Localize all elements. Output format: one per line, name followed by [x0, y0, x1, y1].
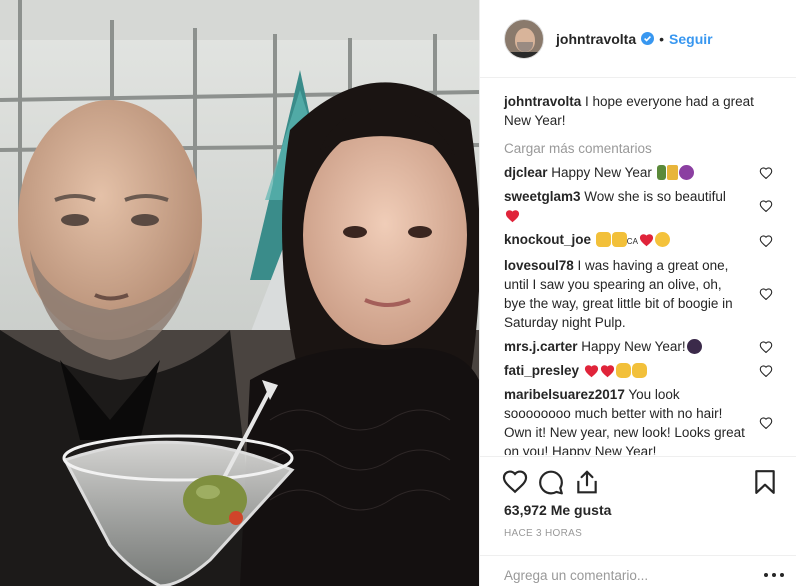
red-heart-emoji — [639, 233, 654, 248]
comment-like-heart-icon[interactable] — [759, 200, 773, 212]
red-heart-emoji — [505, 209, 520, 224]
confetti-emoji — [678, 165, 694, 180]
post-header: johntravolta • Seguir — [480, 0, 796, 78]
comment-bubble-icon[interactable] — [538, 469, 564, 495]
thumbs-up-emoji — [595, 232, 611, 247]
clapping-hands-emoji — [631, 363, 647, 378]
post-timestamp: HACE 3 HORAS — [504, 528, 583, 539]
comment-username[interactable]: djclear — [504, 165, 548, 180]
comment-text: Wow she is so beautiful — [580, 189, 726, 204]
avatar[interactable] — [504, 18, 544, 59]
follow-button[interactable]: Seguir — [669, 31, 713, 47]
comment-like-heart-icon[interactable] — [759, 364, 773, 377]
more-options-icon[interactable] — [763, 568, 785, 578]
verified-badge-icon — [641, 32, 655, 45]
comment-item: maribelsuarez2017 You look soooooooo muc… — [504, 385, 773, 455]
comment-username[interactable]: fati_presley — [504, 363, 579, 378]
avatar-shirt — [505, 51, 543, 58]
comment-item: knockout_joe CA — [504, 230, 773, 251]
comments-section[interactable]: johntravolta I hope everyone had a great… — [480, 78, 796, 455]
instagram-post: johntravolta • Seguir johntravolta I hop… — [0, 0, 796, 586]
add-comment-input[interactable] — [504, 568, 704, 583]
comment-username[interactable]: knockout_joe — [504, 232, 591, 247]
clapping-hands-emoji — [615, 363, 631, 378]
comment-like-heart-icon[interactable] — [759, 340, 773, 353]
red-heart-emoji — [600, 364, 615, 379]
post-caption: johntravolta I hope everyone had a great… — [504, 92, 773, 130]
likes-count[interactable]: 63,972 Me gusta — [504, 502, 611, 518]
thumbs-up-emoji — [611, 232, 627, 247]
add-comment-bar — [480, 555, 796, 586]
fireworks-emoji — [686, 339, 702, 354]
comment-username[interactable]: lovesoul78 — [504, 258, 574, 273]
header-separator: • — [659, 30, 665, 47]
comment-like-heart-icon[interactable] — [759, 166, 773, 179]
comment-item: lovesoul78 I was having a great one, unt… — [504, 256, 773, 332]
header-username[interactable]: johntravolta — [556, 31, 636, 47]
share-icon[interactable] — [574, 469, 600, 495]
post-actions — [480, 456, 796, 504]
load-more-comments-button[interactable]: Cargar más comentarios — [504, 141, 773, 156]
comment-item: mrs.j.carter Happy New Year! — [504, 337, 773, 356]
post-image — [0, 0, 479, 586]
comment-text: Happy New Year — [547, 165, 656, 180]
canada-text: CA — [626, 237, 638, 246]
heart-outline-icon[interactable] — [502, 469, 528, 495]
comment-item: sweetglam3 Wow she is so beautiful — [504, 187, 773, 225]
comment-item: fati_presley — [504, 361, 773, 380]
comment-text: Happy New Year! — [577, 339, 686, 354]
comment-like-heart-icon[interactable] — [759, 234, 773, 247]
champagne-emoji — [656, 165, 666, 180]
post-photo[interactable] — [0, 0, 479, 586]
comment-username[interactable]: sweetglam3 — [504, 189, 581, 204]
comment-text — [591, 232, 595, 247]
caption-username[interactable]: johntravolta — [504, 94, 581, 109]
red-heart-emoji — [584, 364, 599, 379]
comment-text — [579, 363, 583, 378]
sunglasses-emoji — [654, 232, 670, 247]
post-sidebar: johntravolta • Seguir johntravolta I hop… — [479, 0, 796, 586]
party-popper-emoji — [666, 165, 678, 180]
comment-like-heart-icon[interactable] — [759, 417, 773, 429]
comment-username[interactable]: maribelsuarez2017 — [504, 387, 625, 402]
comment-like-heart-icon[interactable] — [759, 288, 773, 300]
comment-username[interactable]: mrs.j.carter — [504, 339, 578, 354]
bookmark-icon[interactable] — [752, 469, 778, 495]
comment-item: djclear Happy New Year — [504, 163, 773, 182]
